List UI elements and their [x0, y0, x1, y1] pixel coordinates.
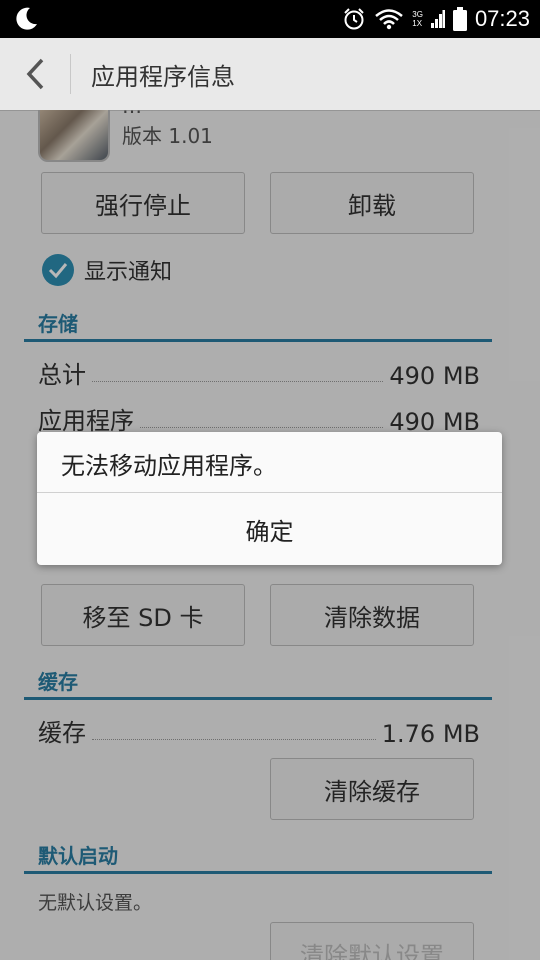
move-failed-dialog: 无法移动应用程序。 确定: [37, 432, 502, 565]
app-bar-divider: [70, 54, 71, 94]
network-type: 3G 1X: [412, 10, 423, 28]
back-button[interactable]: [0, 38, 70, 110]
clock: 07:23: [474, 6, 530, 31]
network-bottom-label: 1X: [412, 19, 423, 28]
battery-icon: [452, 7, 467, 31]
app-bar: 应用程序信息: [0, 38, 540, 111]
wifi-icon: [375, 9, 404, 30]
signal-icon: [430, 10, 445, 28]
moon-icon: [16, 7, 37, 30]
chevron-left-icon: [26, 58, 44, 90]
dialog-ok-button[interactable]: 确定: [37, 493, 502, 565]
page-title: 应用程序信息: [91, 62, 235, 91]
network-top-label: 3G: [412, 10, 423, 19]
status-bar: 3G 1X 07:23: [0, 0, 540, 38]
dialog-message: 无法移动应用程序。: [61, 452, 277, 480]
alarm-icon: [344, 8, 364, 30]
